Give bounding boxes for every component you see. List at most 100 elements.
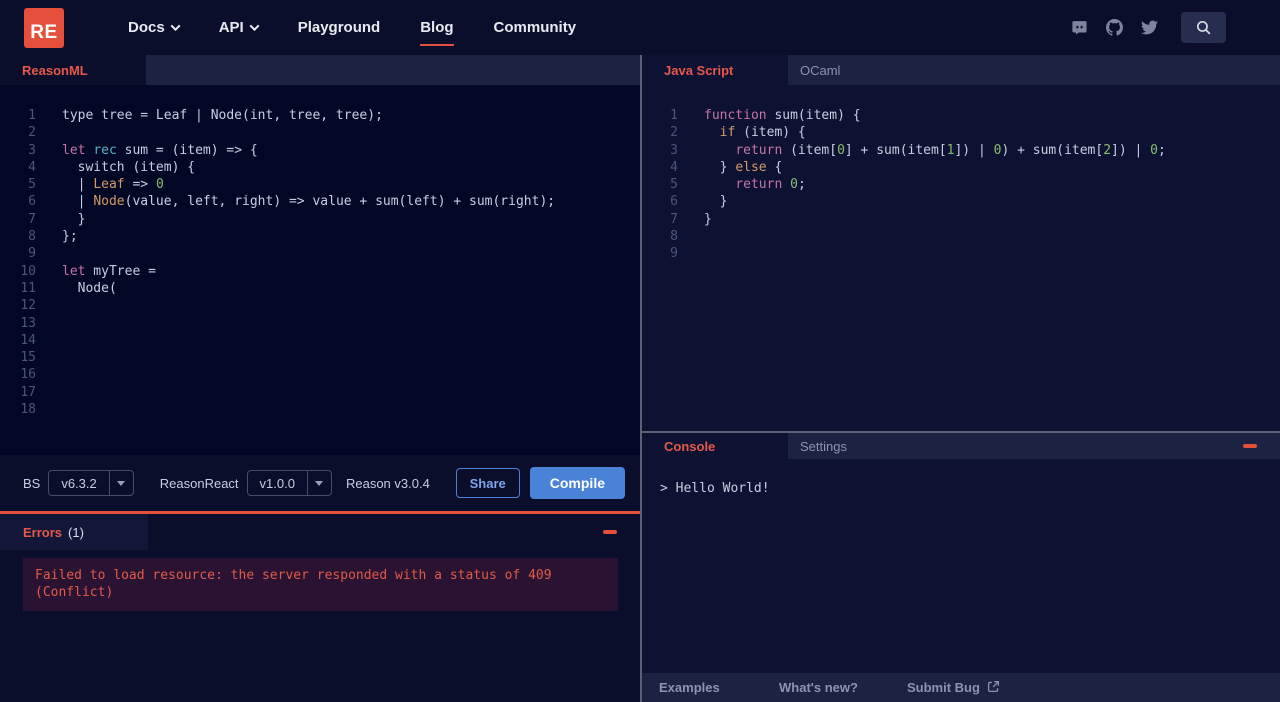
code-line: 9 [642, 245, 1280, 262]
playground-footer: Examples What's new? Submit Bug [642, 673, 1280, 702]
github-icon[interactable] [1105, 19, 1123, 37]
code-line: 4 switch (item) { [0, 159, 640, 176]
tab-reasonml[interactable]: ReasonML [0, 55, 146, 85]
code-line: 1 type tree = Leaf | Node(int, tree, tree… [0, 107, 640, 124]
line-number: 11 [20, 280, 36, 296]
submit-bug-label: Submit Bug [907, 680, 980, 695]
nav-item-community[interactable]: Community [494, 19, 577, 36]
line-number: 8 [670, 229, 678, 245]
search-icon [1196, 20, 1211, 35]
bs-label: BS [23, 475, 41, 491]
code-line: 17 [0, 384, 640, 401]
code-line: 3 return (item[0] + sum(item[1]) | 0) + … [642, 142, 1280, 159]
nav-item-label: Playground [297, 19, 381, 36]
code-line: 3 let rec sum = (item) => { [0, 142, 640, 159]
line-number: 13 [20, 315, 36, 331]
nav-items: Docs API Playground Blog Community [128, 19, 577, 46]
error-message-line: Failed to load resource: the server resp… [35, 568, 552, 583]
collapse-console-icon[interactable] [1243, 444, 1257, 448]
tab-javascript[interactable]: Java Script [642, 55, 788, 85]
share-button[interactable]: Share [455, 468, 520, 498]
errors-header: Errors (1) [0, 514, 640, 550]
code-line: 5 | Leaf => 0 [0, 176, 640, 193]
code-line: 4 } else { [642, 159, 1280, 176]
line-number: 4 [28, 159, 36, 175]
nav-item-api[interactable]: API [218, 19, 260, 36]
errors-count: (1) [68, 524, 84, 540]
code-line: 9 [0, 245, 640, 262]
nav-item-playground[interactable]: Playground [298, 19, 381, 36]
code-line: 13 [0, 315, 640, 332]
nav-item-label: Blog [420, 19, 454, 36]
nav-item-docs[interactable]: Docs [128, 19, 181, 36]
reason-logo[interactable]: RE [24, 7, 64, 48]
reason-panel: ReasonML 1 type tree = Leaf | Node(int, t… [0, 55, 640, 702]
code-line: 8}; [0, 228, 640, 245]
compile-button[interactable]: Compile [529, 467, 625, 499]
nav-item-label: Community [493, 19, 577, 36]
code-line: 12 [0, 297, 640, 314]
reason-tabbar: ReasonML [0, 55, 640, 85]
code-line: 18 [0, 401, 640, 418]
code-line: 14 [0, 332, 640, 349]
chevron-down-icon [249, 21, 260, 32]
search-button[interactable] [1181, 12, 1226, 43]
line-number: 3 [28, 142, 36, 158]
line-number: 14 [20, 332, 36, 348]
tab-ocaml[interactable]: OCaml [788, 55, 934, 85]
line-number: 10 [20, 263, 36, 279]
line-number: 18 [20, 402, 36, 418]
line-number: 12 [20, 298, 36, 314]
reasonreact-version-value: v1.0.0 [259, 475, 295, 491]
collapse-errors-icon[interactable] [603, 530, 617, 534]
line-number: 7 [28, 211, 36, 227]
code-line: 7 } [0, 211, 640, 228]
line-number: 9 [670, 246, 678, 262]
submit-bug-link[interactable]: Submit Bug [907, 680, 1000, 696]
code-line: 16 [0, 366, 640, 383]
line-number: 2 [670, 125, 678, 141]
bs-version-select[interactable]: v6.3.2 [48, 470, 134, 496]
nav-item-label: API [218, 19, 244, 36]
compile-toolbar: BS v6.3.2 ReasonReact v1.0.0 Reason v3.0… [0, 455, 640, 511]
code-line: 7} [642, 211, 1280, 228]
tab-errors[interactable]: Errors (1) [0, 514, 148, 550]
output-panel: Java Script OCaml 1 function sum(item) {2… [640, 55, 1280, 702]
line-number: 1 [670, 108, 678, 123]
line-number: 2 [28, 125, 36, 141]
examples-label: Examples [659, 680, 720, 695]
code-line: 2 [0, 124, 640, 141]
code-line: 5 return 0; [642, 176, 1280, 193]
select-arrow [108, 471, 133, 495]
code-line: 6 } [642, 193, 1280, 210]
line-number: 8 [28, 229, 36, 245]
errors-title: Errors [23, 524, 63, 540]
code-line: 10 let myTree = [0, 263, 640, 280]
select-arrow [306, 471, 331, 495]
triangle-down-icon [117, 480, 126, 486]
nav-item-label: Docs [128, 19, 165, 36]
nav-item-blog[interactable]: Blog [420, 19, 454, 46]
reason-version-text: Reason v3.0.4 [345, 475, 430, 491]
line-number: 6 [670, 194, 678, 210]
external-link-icon [987, 680, 1000, 696]
line-number: 7 [670, 211, 678, 227]
output-tabbar: Java Script OCaml [642, 55, 1280, 85]
javascript-editor[interactable]: 1 function sum(item) {2 if (item) {3 retu… [642, 85, 1280, 431]
code-line: 11 Node( [0, 280, 640, 297]
code-line: 2 if (item) { [642, 124, 1280, 141]
whats-new-link[interactable]: What's new? [779, 680, 907, 695]
code-line: 8 [642, 228, 1280, 245]
error-message-line: (Conflict) [35, 585, 114, 601]
line-number: 6 [28, 194, 36, 210]
twitter-icon[interactable] [1140, 19, 1158, 37]
reasonreact-version-select[interactable]: v1.0.0 [246, 470, 332, 496]
tab-settings[interactable]: Settings [788, 433, 934, 459]
discord-icon[interactable] [1070, 19, 1088, 37]
chevron-down-icon [170, 21, 181, 32]
reason-editor[interactable]: 1 type tree = Leaf | Node(int, tree, tree… [0, 85, 640, 455]
examples-link[interactable]: Examples [659, 680, 779, 695]
line-number: 16 [20, 367, 36, 383]
tab-console[interactable]: Console [642, 433, 788, 459]
line-number: 15 [20, 350, 36, 366]
